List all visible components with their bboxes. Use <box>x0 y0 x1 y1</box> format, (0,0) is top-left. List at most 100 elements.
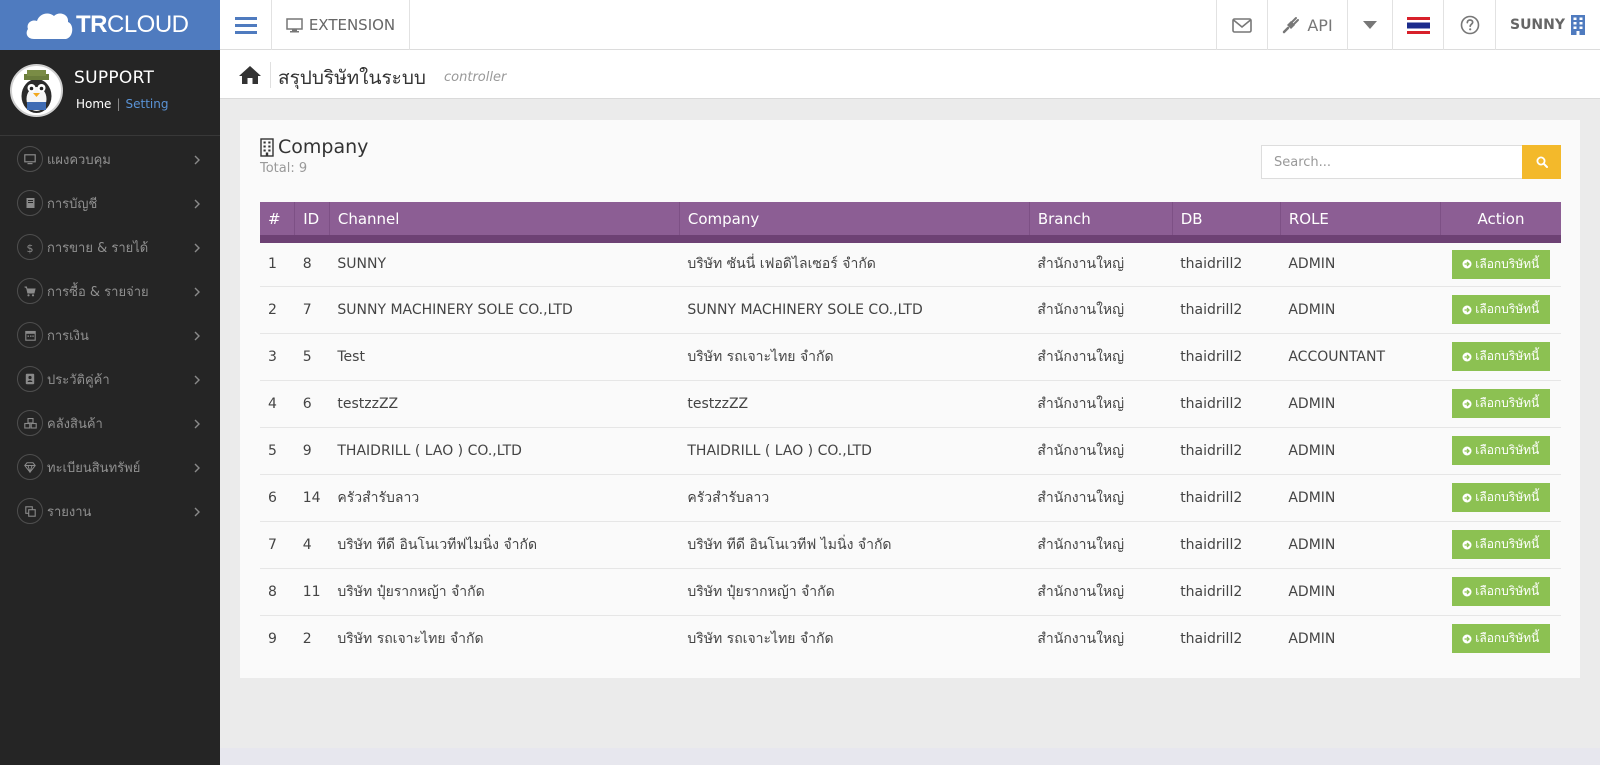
page-subtitle: controller <box>444 70 507 85</box>
sidebar-item-purchases[interactable]: การซื้อ & รายจ่าย <box>0 269 220 313</box>
sidebar-item-label: การเงิน <box>47 328 89 344</box>
cell-company: THAIDRILL ( LAO ) CO.,LTD <box>679 427 1030 475</box>
cell-channel: SUNNY <box>329 239 680 287</box>
help-button[interactable] <box>1443 0 1495 50</box>
breadcrumb: สรุปบริษัทในระบบ controller <box>220 50 1600 99</box>
cell-id: 4 <box>294 521 330 569</box>
cell-no: 7 <box>260 521 295 569</box>
avatar[interactable] <box>10 64 63 117</box>
sidebar-item-label: ประวัติคู่ค้า <box>47 372 110 388</box>
desktop-icon <box>286 17 303 32</box>
brand-logo[interactable]: TR CLOUD <box>0 0 220 50</box>
cell-no: 5 <box>260 427 295 475</box>
mail-button[interactable] <box>1216 0 1267 50</box>
select-company-button[interactable]: เลือกบริษัทนี้ <box>1451 436 1550 465</box>
setting-link[interactable]: Setting <box>125 97 168 111</box>
sidebar-item-partners[interactable]: ประวัติคู่ค้า <box>0 357 220 401</box>
dropdown-button[interactable] <box>1347 0 1392 50</box>
api-button[interactable]: API <box>1267 0 1347 50</box>
user-label: SUNNY <box>1509 17 1566 33</box>
arrow-circle-right-icon <box>1462 446 1472 455</box>
cell-id: 11 <box>294 568 330 616</box>
company-panel: Company Total: 9 # ID Channel Company Br… <box>240 120 1580 678</box>
search-box <box>1261 145 1561 179</box>
cell-channel: บริษัท รถเจาะไทย จำกัด <box>337 630 484 647</box>
cell-no: 1 <box>260 239 295 287</box>
cell-channel: THAIDRILL ( LAO ) CO.,LTD <box>329 427 680 475</box>
cell-action: เลือกบริษัทนี้ <box>1440 286 1561 334</box>
select-company-button[interactable]: เลือกบริษัทนี้ <box>1451 249 1550 279</box>
cart-icon <box>17 278 43 304</box>
chevron-right-icon <box>194 463 200 473</box>
arrow-circle-right-icon <box>1462 352 1472 361</box>
cell-id: 9 <box>294 427 330 475</box>
profile-panel: SUPPORT Home | Setting <box>0 50 220 136</box>
cell-role: ADMIN <box>1288 630 1336 647</box>
column-header-id[interactable]: ID <box>294 202 330 243</box>
sidebar-item-inventory[interactable]: คลังสินค้า <box>0 401 220 445</box>
cell-action: เลือกบริษัทนี้ <box>1440 333 1561 381</box>
cell-db: thaidrill2 <box>1172 568 1281 616</box>
cell-id: 5 <box>294 333 330 381</box>
home-icon[interactable] <box>238 65 262 85</box>
cell-branch: สำนักงานใหญ่ <box>1037 630 1125 647</box>
cell-db: thaidrill2 <box>1172 286 1281 334</box>
column-header-channel[interactable]: Channel <box>329 202 680 243</box>
table-row: 2 7 SUNNY MACHINERY SOLE CO.,LTD SUNNY MACH… <box>260 286 1561 334</box>
cell-company: บริษัท รถเจาะไทย จำกัด <box>687 630 834 647</box>
menu-toggle-button[interactable] <box>220 0 272 50</box>
copy-icon <box>17 498 43 524</box>
sidebar-item-assets[interactable]: ทะเบียนสินทรัพย์ <box>0 445 220 489</box>
cell-id: 14 <box>294 474 330 522</box>
company-table: # ID Channel Company Branch DB ROLE Acti… <box>260 202 1561 662</box>
sidebar-item-finance[interactable]: การเงิน <box>0 313 220 357</box>
search-input[interactable] <box>1261 145 1522 179</box>
page-title: สรุปบริษัทในระบบ <box>278 67 426 89</box>
user-menu[interactable]: SUNNY <box>1495 0 1600 50</box>
sidebar-item-sales[interactable]: $ การขาย & รายได้ <box>0 225 220 269</box>
select-company-button[interactable]: เลือกบริษัทนี้ <box>1451 483 1550 512</box>
cell-action: เลือกบริษัทนี้ <box>1440 427 1561 475</box>
sidebar-item-label: การซื้อ & รายจ่าย <box>47 284 149 300</box>
column-header-branch[interactable]: Branch <box>1029 202 1173 243</box>
cell-role: ADMIN <box>1280 239 1441 287</box>
column-header-role[interactable]: ROLE <box>1280 202 1442 243</box>
extension-button[interactable]: EXTENSION <box>272 0 410 50</box>
language-button[interactable] <box>1392 0 1443 50</box>
select-company-button[interactable]: เลือกบริษัทนี้ <box>1451 389 1550 418</box>
select-company-button[interactable]: เลือกบริษัทนี้ <box>1451 624 1550 654</box>
column-header-db[interactable]: DB <box>1172 202 1281 243</box>
cell-db: thaidrill2 <box>1172 427 1281 475</box>
home-link[interactable]: Home <box>76 97 111 111</box>
sidebar-item-reports[interactable]: รายงาน <box>0 489 220 533</box>
cell-role: ADMIN <box>1280 568 1441 616</box>
column-header-no[interactable]: # <box>260 202 296 243</box>
cell-channel: Test <box>329 333 680 381</box>
cell-role: ADMIN <box>1280 521 1441 569</box>
svg-text:$: $ <box>27 242 34 254</box>
sidebar-item-dashboard[interactable]: แผงควบคุม <box>0 137 220 181</box>
select-company-label: เลือกบริษัทนี้ <box>1475 256 1540 271</box>
cell-company: บริษัท ทีดี อินโนเวทีฟ ไมนิ่ง จำกัด <box>679 521 1030 569</box>
breadcrumb-divider <box>270 62 271 88</box>
table-row: 9 2 บริษัท รถเจาะไทย จำกัด บริษัท รถเจาะไทย… <box>260 615 1561 662</box>
select-company-button[interactable]: เลือกบริษัทนี้ <box>1451 295 1550 324</box>
arrow-circle-right-icon <box>1462 587 1472 596</box>
cell-db: thaidrill2 <box>1172 333 1281 381</box>
chevron-right-icon <box>194 331 200 341</box>
contact-icon <box>17 366 43 392</box>
cell-db: thaidrill2 <box>1172 521 1281 569</box>
column-header-company[interactable]: Company <box>679 202 1030 243</box>
chevron-right-icon <box>194 155 200 165</box>
select-company-button[interactable]: เลือกบริษัทนี้ <box>1451 530 1550 559</box>
cell-role: ADMIN <box>1280 474 1441 522</box>
select-company-button[interactable]: เลือกบริษัทนี้ <box>1451 577 1550 606</box>
search-button[interactable] <box>1522 145 1561 179</box>
thai-flag-icon <box>1406 16 1430 34</box>
sidebar-item-accounting[interactable]: การบัญชี <box>0 181 220 225</box>
arrow-circle-right-icon <box>1462 399 1472 408</box>
cell-branch: สำนักงานใหญ่ <box>1029 333 1173 381</box>
sidebar-item-label: รายงาน <box>47 504 92 520</box>
select-company-button[interactable]: เลือกบริษัทนี้ <box>1451 342 1550 371</box>
cell-channel: SUNNY MACHINERY SOLE CO.,LTD <box>329 286 680 334</box>
